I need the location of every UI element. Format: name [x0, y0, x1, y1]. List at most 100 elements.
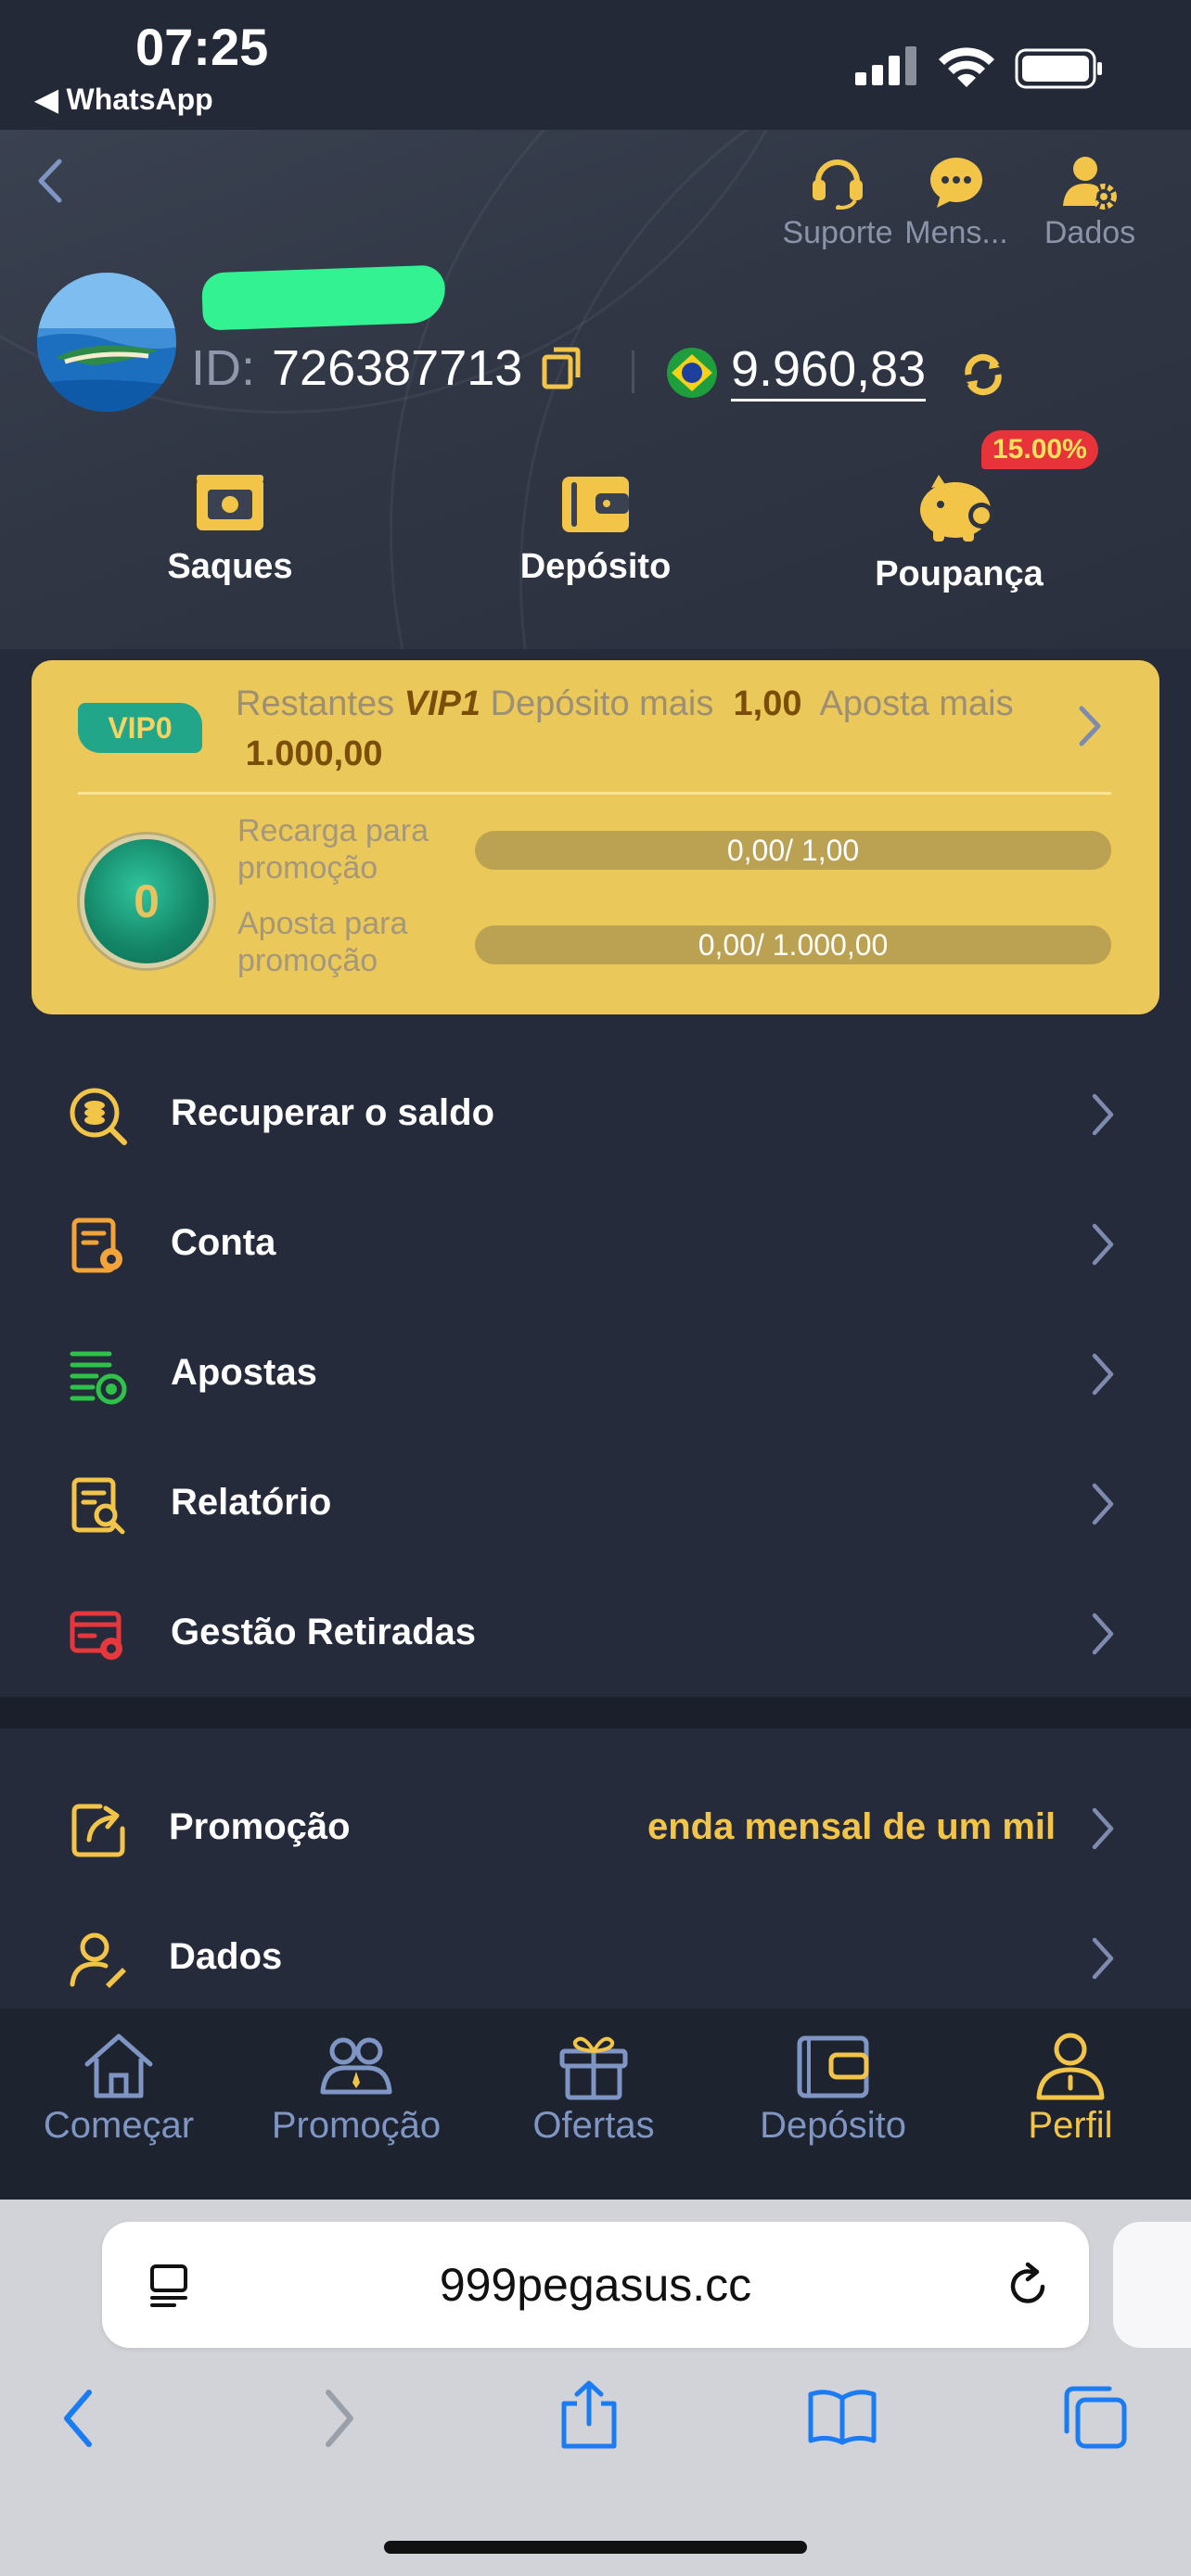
tab-promotion-label: Promoção: [271, 2105, 442, 2146]
headset-icon: [813, 159, 863, 210]
section-separator: [0, 1697, 1191, 1728]
support-button[interactable]: Suporte: [777, 154, 898, 251]
bookmarks-icon[interactable]: [807, 2389, 877, 2451]
menu-bets[interactable]: Apostas: [0, 1307, 1191, 1437]
savings-rate-badge: 15.00%: [981, 430, 1098, 469]
back-to-app-link[interactable]: ◀ WhatsApp: [35, 82, 213, 117]
vip-requirements: Restantes VIP1 Depósito mais 1,00 Aposta…: [236, 679, 1052, 779]
browser-forward-icon[interactable]: [319, 2387, 360, 2455]
tab-promotion[interactable]: Promoção: [254, 2031, 458, 2147]
refresh-balance-icon[interactable]: [961, 352, 1005, 402]
menu-account[interactable]: Conta: [0, 1178, 1191, 1307]
savings-label: Poupança: [875, 555, 1044, 593]
back-button[interactable]: [32, 158, 69, 204]
user-gear-icon: [1063, 157, 1117, 210]
profile-icon: [1036, 2033, 1105, 2100]
menu-recover-balance[interactable]: Recuperar o saldo: [0, 1048, 1191, 1178]
vip-deposit-value: 1,00: [733, 684, 802, 723]
bet-progress-bar: 0,00/ 1.000,00: [475, 925, 1111, 964]
home-indicator: [384, 2541, 807, 2554]
tab-offers-label: Ofertas: [532, 2105, 655, 2146]
signal-icon: [855, 46, 918, 90]
tab-deposit[interactable]: Depósito: [731, 2031, 935, 2147]
url-text[interactable]: 999pegasus.cc: [102, 2222, 1089, 2348]
bets-list-icon: [70, 1351, 127, 1405]
menu-label-withdraw-management: Gestão Retiradas: [171, 1612, 477, 1652]
header-divider: [632, 351, 634, 393]
tab-deposit-label: Depósito: [760, 2105, 906, 2146]
vip-deposit-label: Depósito mais: [490, 684, 714, 723]
menu-report[interactable]: Relatório: [0, 1437, 1191, 1567]
chat-bubble-icon: [930, 158, 982, 208]
messages-label: Mens...: [904, 215, 1008, 250]
balance-value: 9.960,83: [731, 341, 927, 402]
status-time: 07:25: [135, 18, 269, 76]
data-label: Dados: [1044, 215, 1136, 250]
tab-offers[interactable]: Ofertas: [492, 2031, 696, 2147]
page-menu-icon[interactable]: [147, 2263, 195, 2311]
share-sheet-icon[interactable]: [558, 2379, 620, 2455]
tab-start[interactable]: Começar: [17, 2031, 221, 2147]
chevron-right-icon: [1092, 1937, 1114, 1980]
wallet-icon: [797, 2035, 869, 2098]
deposit-label: Depósito: [519, 547, 672, 586]
vip-remaining-label: Restantes: [236, 684, 395, 723]
menu-label-bets: Apostas: [171, 1352, 317, 1393]
gift-icon: [559, 2036, 628, 2100]
data-button[interactable]: Dados: [1030, 154, 1150, 251]
menu-label-account: Conta: [171, 1222, 276, 1263]
withdraw-card-icon: [70, 1611, 122, 1660]
username-redacted: [200, 264, 447, 331]
chevron-right-icon: [1092, 1613, 1114, 1655]
chevron-right-icon: [1092, 1483, 1114, 1525]
home-icon: [84, 2034, 153, 2098]
user-id-row: ID: 726387713: [191, 339, 582, 397]
recharge-progress-label: Recarga para promoção: [237, 813, 429, 886]
menu-label-recover-balance: Recuperar o saldo: [171, 1092, 495, 1133]
vip-coin-level: 0: [134, 875, 160, 927]
vip-chevron-right-icon[interactable]: [1076, 703, 1104, 754]
id-label: ID:: [191, 340, 256, 396]
tab-profile[interactable]: Perfil: [968, 2031, 1172, 2147]
next-tab-preview[interactable]: [1113, 2222, 1191, 2348]
cash-icon: [197, 475, 263, 530]
brazil-flag-icon: [666, 347, 718, 403]
battery-icon: [1015, 48, 1104, 94]
menu-data[interactable]: Dados: [0, 1892, 1191, 2021]
user-edit-icon: [70, 1932, 126, 1988]
tabs-overview-icon[interactable]: [1061, 2383, 1128, 2455]
support-label: Suporte: [782, 215, 893, 250]
people-icon: [320, 2037, 392, 2095]
account-statement-icon: [71, 1218, 122, 1273]
menu-promotion[interactable]: Promoção enda mensal de um mil: [0, 1762, 1191, 1892]
bet-progress-label: Aposta para promoção: [237, 906, 408, 978]
vip-coin: 0: [80, 835, 213, 968]
tab-start-label: Começar: [43, 2105, 195, 2146]
vip-bet-more-label: mais: [939, 684, 1014, 723]
vip-next-level: VIP1: [403, 684, 481, 723]
reload-icon[interactable]: [1004, 2259, 1054, 2311]
copy-icon[interactable]: [541, 346, 582, 390]
avatar[interactable]: [37, 273, 176, 412]
vip-divider: [78, 792, 1111, 795]
promotion-marquee-text: enda mensal de um mil: [647, 1806, 1057, 1847]
vip-bet-value: 1.000,00: [245, 734, 383, 773]
withdraw-label: Saques: [167, 547, 293, 586]
menu-label-data: Dados: [169, 1936, 283, 1977]
deposit-button[interactable]: Depósito: [493, 471, 698, 587]
chevron-right-icon: [1092, 1093, 1114, 1136]
address-bar[interactable]: 999pegasus.cc: [102, 2222, 1089, 2348]
chevron-right-icon: [1092, 1223, 1114, 1266]
menu-label-report: Relatório: [171, 1482, 332, 1523]
menu-withdraw-management[interactable]: Gestão Retiradas: [0, 1567, 1191, 1697]
browser-back-icon[interactable]: [58, 2387, 98, 2455]
wallet-icon: [562, 477, 629, 532]
tab-profile-label: Perfil: [1028, 2105, 1113, 2146]
messages-button[interactable]: Mens...: [896, 154, 1017, 251]
chevron-right-icon: [1092, 1807, 1114, 1850]
savings-button[interactable]: Poupança: [857, 471, 1061, 594]
withdraw-button[interactable]: Saques: [128, 471, 332, 587]
share-icon: [71, 1804, 125, 1857]
user-id-value: 726387713: [272, 340, 523, 396]
menu-label-promotion: Promoção: [169, 1806, 351, 1847]
